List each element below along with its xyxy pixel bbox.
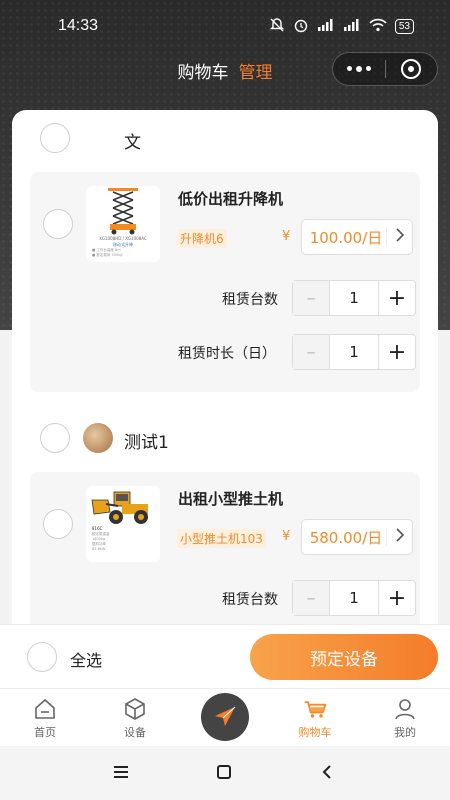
status-icons: 53 — [269, 17, 414, 36]
product-title[interactable]: 低价出租升降机 — [178, 188, 283, 209]
menu-icon[interactable] — [113, 764, 129, 783]
home-icon — [33, 697, 57, 721]
tab-label: 设备 — [124, 726, 146, 739]
bulldozer-image — [91, 491, 148, 524]
price-selector[interactable]: 580.00/日 — [301, 519, 413, 555]
rental-quantity-label: 租赁台数 — [222, 592, 278, 608]
product-thumbnail[interactable]: 816C 额定载重量 1600kg 整机功率 85.6kW — [86, 486, 160, 562]
quantity-value[interactable]: 1 — [329, 581, 379, 615]
scissor-lift-image — [108, 188, 138, 235]
cube-icon — [123, 697, 147, 721]
chevron-right-icon — [386, 528, 412, 546]
item-select-radio[interactable] — [43, 509, 73, 539]
rental-quantity-stepper: – 1 + — [292, 580, 416, 616]
shop-name: 文 — [124, 133, 141, 153]
item-select-radio[interactable] — [43, 209, 73, 239]
decrease-button[interactable]: – — [293, 581, 329, 615]
select-all-radio[interactable] — [27, 642, 57, 672]
price-value: 100.00/日 — [309, 228, 383, 247]
quantity-value[interactable]: 1 — [329, 335, 379, 369]
product-thumbnail[interactable]: XG1008HD / XG1008AC 移动式升降 ■ 工作台高度 8m ■ 额… — [86, 186, 160, 262]
book-equipment-button[interactable]: 预定设备 — [250, 634, 438, 680]
more-button[interactable] — [333, 53, 385, 85]
increase-button[interactable]: + — [379, 581, 415, 615]
user-icon — [393, 697, 417, 721]
target-icon — [401, 59, 422, 79]
shop-name: 测试1 — [124, 433, 169, 453]
tab-cart[interactable]: 购物车 — [270, 689, 360, 746]
battery-indicator: 53 — [394, 18, 414, 34]
wifi-icon — [369, 18, 387, 35]
shop-select-radio[interactable] — [40, 123, 70, 153]
home-square-icon[interactable] — [216, 764, 232, 784]
quantity-value[interactable]: 1 — [329, 281, 379, 315]
tab-label: 购物车 — [298, 726, 332, 739]
decrease-button[interactable]: – — [293, 281, 329, 315]
signal-hd-icon-2 — [343, 18, 361, 35]
price-selector[interactable]: 100.00/日 — [301, 219, 413, 255]
thumbnail-specs: ■ 工作台高度 8m ■ 额定载荷 300kg — [92, 248, 123, 257]
increase-button[interactable]: + — [379, 281, 415, 315]
product-tag: 小型推土机103 — [177, 529, 266, 548]
close-miniprogram-button[interactable] — [386, 53, 438, 85]
currency-symbol: ¥ — [282, 529, 291, 544]
product-title[interactable]: 出租小型推土机 — [178, 488, 283, 509]
thumbnail-caption: XG1008HD / XG1008AC — [99, 236, 147, 241]
tab-equipment[interactable]: 设备 — [90, 689, 180, 746]
cart-list: 文 XG1008HD / XG1008AC 移动式升降 ■ 工作台高度 8m ■… — [12, 110, 438, 630]
shop-select-radio[interactable] — [40, 423, 70, 453]
product-tag: 升降机6 — [177, 229, 227, 248]
center-publish-button[interactable] — [201, 693, 249, 741]
mute-bell-icon — [269, 17, 285, 36]
alarm-icon — [293, 17, 309, 36]
chevron-right-icon — [386, 228, 412, 246]
thumbnail-model: 816C — [92, 526, 103, 531]
miniprogram-capsule — [332, 52, 438, 86]
back-icon[interactable] — [321, 764, 333, 784]
currency-symbol: ¥ — [282, 229, 291, 244]
status-bar: 14:33 53 — [0, 0, 450, 52]
page-title: 购物车 — [177, 62, 229, 83]
cart-item: 816C 额定载重量 1600kg 整机功率 85.6kW 出租小型推土机 小型… — [30, 472, 420, 630]
paper-plane-icon — [215, 706, 236, 726]
manage-button[interactable]: 管理 — [239, 58, 273, 83]
rental-duration-label: 租赁时长（日） — [178, 346, 276, 362]
tab-home[interactable]: 首页 — [0, 689, 90, 746]
cart-item: XG1008HD / XG1008AC 移动式升降 ■ 工作台高度 8m ■ 额… — [30, 172, 420, 392]
rental-duration-stepper: – 1 + — [292, 334, 416, 370]
decrease-button[interactable]: – — [293, 335, 329, 369]
cart-icon — [303, 697, 327, 721]
shop-avatar — [83, 423, 113, 453]
increase-button[interactable]: + — [379, 335, 415, 369]
system-nav-bar — [0, 746, 450, 800]
select-all-label[interactable]: 全选 — [70, 647, 102, 671]
checkout-bar: 全选 预定设备 — [0, 624, 450, 688]
tab-mine[interactable]: 我的 — [360, 689, 450, 746]
tab-label: 我的 — [394, 726, 416, 739]
tab-label: 首页 — [34, 726, 56, 739]
status-time: 14:33 — [58, 17, 99, 34]
thumbnail-specs: 额定载重量 1600kg 整机功率 85.6kW — [92, 532, 110, 551]
price-value: 580.00/日 — [309, 528, 383, 547]
signal-hd-icon — [317, 18, 335, 35]
more-dots-icon — [346, 66, 371, 72]
rental-quantity-stepper: – 1 + — [292, 280, 416, 316]
rental-quantity-label: 租赁台数 — [222, 292, 278, 308]
